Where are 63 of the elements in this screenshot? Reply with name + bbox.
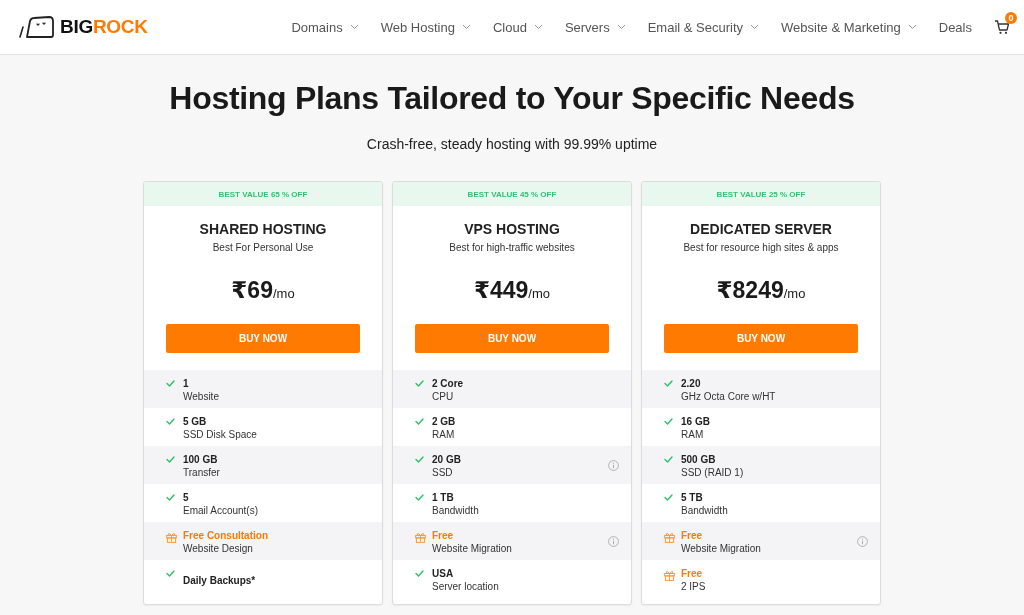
- feature-value: Free: [681, 567, 703, 580]
- page-title: Hosting Plans Tailored to Your Specific Needs: [169, 79, 855, 117]
- info-icon[interactable]: [608, 459, 619, 471]
- feature-value: 2 GB: [432, 415, 456, 428]
- discount-banner: BEST VALUE 45 % OFF: [393, 182, 631, 206]
- feature-value: Free: [681, 529, 703, 542]
- nav-link[interactable]: Deals: [938, 19, 972, 35]
- feature-value: 5 GB: [183, 415, 207, 428]
- nav-link[interactable]: Cloud: [492, 19, 527, 35]
- logo-icon: [18, 15, 56, 39]
- info-icon[interactable]: [608, 535, 619, 547]
- brand-name[interactable]: BIGROCK: [60, 16, 148, 38]
- feature-label: Server location: [432, 580, 499, 593]
- feature-label: Bandwidth: [432, 504, 479, 517]
- page-subtitle: Crash-free, steady hosting with 99.99% uptime: [366, 135, 658, 153]
- nav-link[interactable]: Email & Security: [647, 19, 744, 35]
- feature-label: SSD Disk Space: [183, 428, 257, 441]
- feature-label: Transfer: [183, 466, 220, 479]
- cart-icon[interactable]: [994, 19, 1010, 35]
- feature-value: 2.20: [681, 377, 701, 390]
- nav-link[interactable]: Web Hosting: [380, 19, 455, 35]
- feature-label: 2 IPS: [681, 580, 706, 593]
- feature-value: Daily Backups*: [183, 573, 256, 587]
- feature-label: SSD (RAID 1): [681, 466, 744, 479]
- nav-link[interactable]: Domains: [291, 19, 343, 35]
- plan-tagline: Best For Personal Use: [211, 241, 315, 255]
- plan-tagline: Best for resource high sites & apps: [682, 241, 840, 255]
- feature-value: 5 TB: [681, 491, 703, 504]
- nav-link[interactable]: Servers: [564, 19, 610, 35]
- feature-label: Website Design: [183, 542, 253, 555]
- plan-name: DEDICATED SERVER: [689, 220, 833, 238]
- feature-label: Website Migration: [681, 542, 761, 555]
- feature-value: 500 GB: [681, 453, 716, 466]
- plan-price: ₹69/mo: [231, 276, 295, 305]
- discount-banner: BEST VALUE 65 % OFF: [144, 182, 382, 206]
- feature-value: Free: [432, 529, 454, 542]
- feature-label: RAM: [681, 428, 704, 441]
- feature-value: 20 GB: [432, 453, 461, 466]
- feature-value: 16 GB: [681, 415, 710, 428]
- feature-value: 100 GB: [183, 453, 218, 466]
- feature-value: 1: [183, 377, 189, 390]
- feature-value: Free Consultation: [183, 529, 268, 542]
- plan-name: SHARED HOSTING: [198, 220, 328, 238]
- info-icon[interactable]: [857, 535, 868, 547]
- feature-value: USA: [432, 567, 454, 580]
- feature-label: Bandwidth: [681, 504, 728, 517]
- feature-label: RAM: [432, 428, 455, 441]
- feature-label: Email Account(s): [183, 504, 259, 517]
- feature-label: Website Migration: [432, 542, 512, 555]
- plan-tagline: Best for high-traffic websites: [448, 241, 576, 255]
- plan-price: ₹8249/mo: [716, 276, 806, 305]
- feature-label: SSD: [432, 466, 453, 479]
- discount-banner: BEST VALUE 25 % OFF: [642, 182, 880, 206]
- feature-value: 5: [183, 491, 189, 504]
- plan-name: VPS HOSTING: [463, 220, 561, 238]
- feature-label: Website: [183, 390, 219, 403]
- feature-value: 2 Core: [432, 377, 464, 390]
- feature-label: CPU: [432, 390, 454, 403]
- feature-value: 1 TB: [432, 491, 454, 504]
- nav-link[interactable]: Website & Marketing: [781, 19, 901, 35]
- cart-count-badge: 0: [1005, 12, 1017, 24]
- feature-label: GHz Octa Core w/HT: [681, 390, 776, 403]
- plan-price: ₹449/mo: [473, 276, 551, 305]
